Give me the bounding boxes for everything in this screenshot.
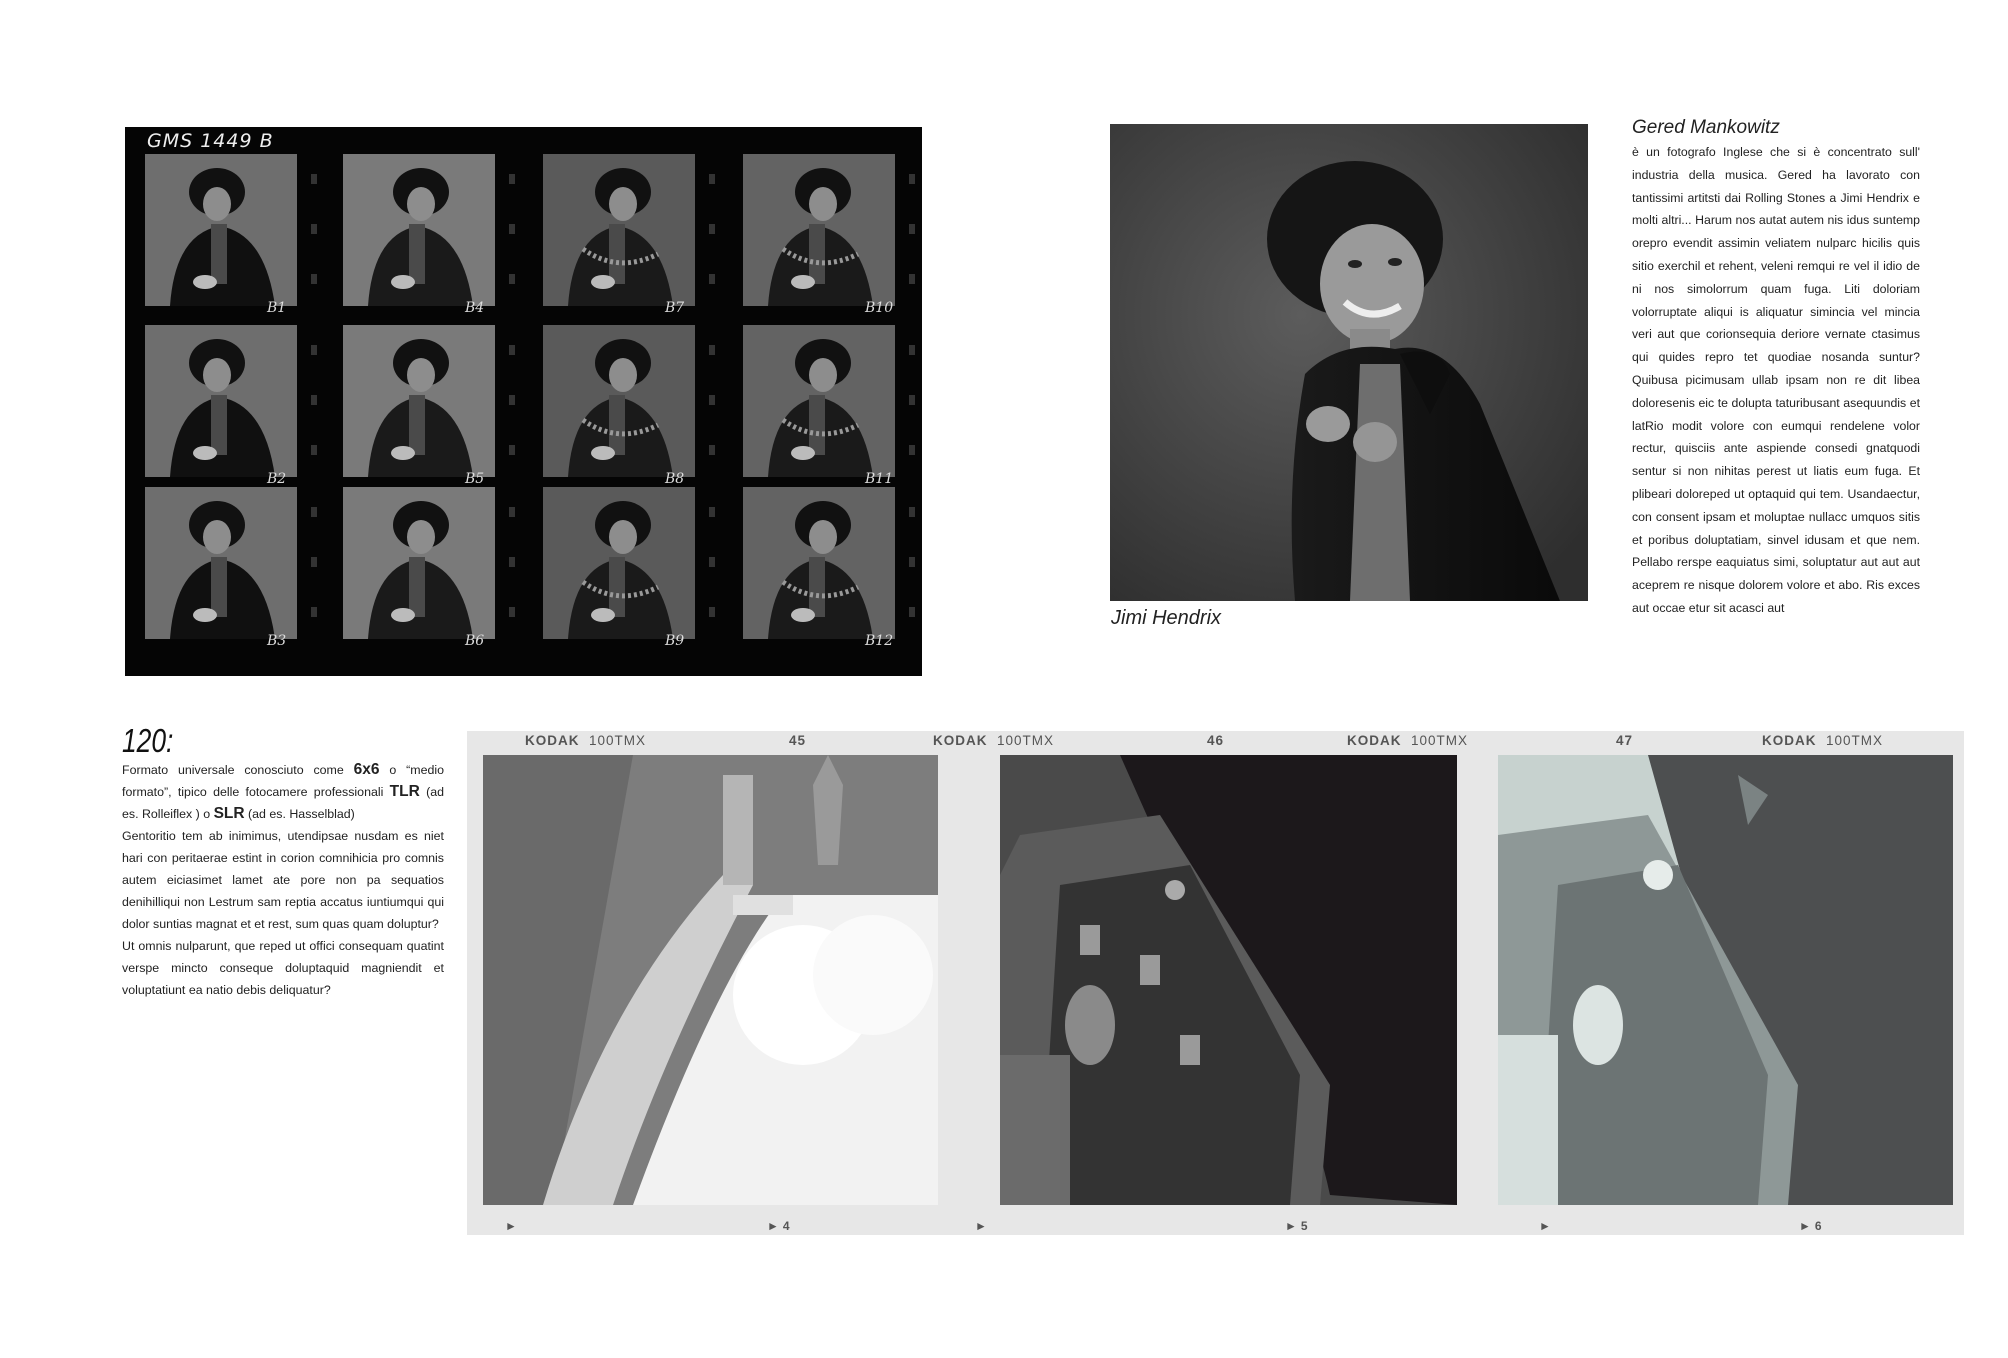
negative-frame	[1498, 755, 1953, 1205]
rebate-mark	[709, 507, 715, 517]
contact-frame	[145, 325, 297, 477]
rebate-mark	[709, 557, 715, 567]
rebate-mark	[709, 224, 715, 234]
bio-name: Gered Mankowitz	[1632, 117, 1780, 138]
portrait-photo	[1110, 124, 1588, 601]
contact-frame-label: B6	[465, 633, 485, 649]
rebate-mark	[709, 274, 715, 284]
rebate-mark	[909, 174, 915, 184]
rebate-mark	[509, 174, 515, 184]
bio-text: è un fotografo Inglese che si è concentr…	[1632, 145, 1920, 615]
portrait-caption: Jimi Hendrix	[1111, 607, 1222, 629]
contact-frame-label: B8	[665, 471, 685, 487]
rebate-mark	[909, 607, 915, 617]
contact-frame-label: B7	[665, 300, 685, 316]
contact-frame-label: B12	[865, 633, 894, 649]
rebate-mark	[509, 445, 515, 455]
contact-frame-label: B5	[465, 471, 485, 487]
negative-strip: KODAK 100TMX 45 KODAK 100TMX 46 KODAK 10…	[467, 731, 1964, 1235]
rebate-mark	[909, 395, 915, 405]
contact-frame-label: B11	[865, 471, 894, 487]
edge-brand: KODAK 100TMX	[525, 733, 647, 748]
rebate-mark	[709, 445, 715, 455]
rebate-mark	[509, 345, 515, 355]
contact-sheet: GMS 1449 B B1 B4 B7 B10 B2 B5 B8 B11 B3 B6 B9 B12	[125, 127, 922, 676]
rebate-mark	[311, 174, 317, 184]
contact-frame	[743, 154, 895, 306]
rebate-mark	[509, 224, 515, 234]
arrow-icon: ►	[505, 1219, 517, 1233]
rebate-mark	[509, 507, 515, 517]
rebate-mark	[509, 557, 515, 567]
rebate-mark	[311, 607, 317, 617]
arrow-icon: ►	[975, 1219, 987, 1233]
contact-sheet-code: GMS 1449 B	[147, 130, 274, 152]
rebate-mark	[909, 224, 915, 234]
edge-brand: KODAK 100TMX	[1347, 733, 1469, 748]
contact-frame	[543, 325, 695, 477]
rebate-mark	[311, 224, 317, 234]
contact-frame	[145, 487, 297, 639]
format-120-paragraph: Gentoritio tem ab inimimus, utendipsae n…	[122, 829, 444, 931]
rebate-mark	[709, 174, 715, 184]
rebate-mark	[709, 345, 715, 355]
format-120-paragraph: Ut omnis nulparunt, que reped ut offici …	[122, 939, 444, 997]
contact-frame-label: B4	[465, 300, 485, 316]
rebate-mark	[709, 607, 715, 617]
rebate-mark	[509, 395, 515, 405]
contact-frame	[743, 325, 895, 477]
contact-frame	[543, 154, 695, 306]
arrow-icon: ► 5	[1285, 1219, 1308, 1233]
negative-frame	[1000, 755, 1457, 1205]
rebate-mark	[909, 507, 915, 517]
format-120-intro: Formato universale conosciuto come 6x6 o…	[122, 761, 444, 822]
rebate-mark	[909, 445, 915, 455]
rebate-mark	[909, 345, 915, 355]
format-120-heading: 120:	[122, 722, 174, 759]
rebate-mark	[909, 557, 915, 567]
bio-block: Gered Mankowitz è un fotografo Inglese c…	[1632, 117, 1920, 620]
contact-frame	[145, 154, 297, 306]
contact-frame-label: B2	[267, 471, 287, 487]
edge-brand: KODAK 100TMX	[1762, 733, 1884, 748]
rebate-mark	[311, 557, 317, 567]
rebate-mark	[709, 395, 715, 405]
rebate-mark	[311, 345, 317, 355]
contact-frame-label: B10	[865, 300, 894, 316]
arrow-icon: ► 4	[767, 1219, 790, 1233]
contact-frame	[543, 487, 695, 639]
rebate-mark	[909, 274, 915, 284]
rebate-mark	[509, 274, 515, 284]
rebate-mark	[311, 395, 317, 405]
edge-brand: KODAK 100TMX	[933, 733, 1055, 748]
edge-number: 45	[789, 733, 807, 748]
contact-frame-label: B3	[267, 633, 287, 649]
negative-frame	[483, 755, 938, 1205]
contact-frame-label: B1	[267, 300, 287, 316]
edge-number: 47	[1616, 733, 1634, 748]
rebate-mark	[311, 507, 317, 517]
rebate-mark	[311, 274, 317, 284]
edge-number: 46	[1207, 733, 1225, 748]
format-120-block: 120: Formato universale conosciuto come …	[122, 723, 444, 1001]
rebate-mark	[509, 607, 515, 617]
contact-frame-label: B9	[665, 633, 685, 649]
contact-frame	[743, 487, 895, 639]
contact-frame	[343, 325, 495, 477]
contact-frame	[343, 487, 495, 639]
rebate-mark	[311, 445, 317, 455]
contact-frame	[343, 154, 495, 306]
arrow-icon: ►	[1539, 1219, 1551, 1233]
arrow-icon: ► 6	[1799, 1219, 1822, 1233]
